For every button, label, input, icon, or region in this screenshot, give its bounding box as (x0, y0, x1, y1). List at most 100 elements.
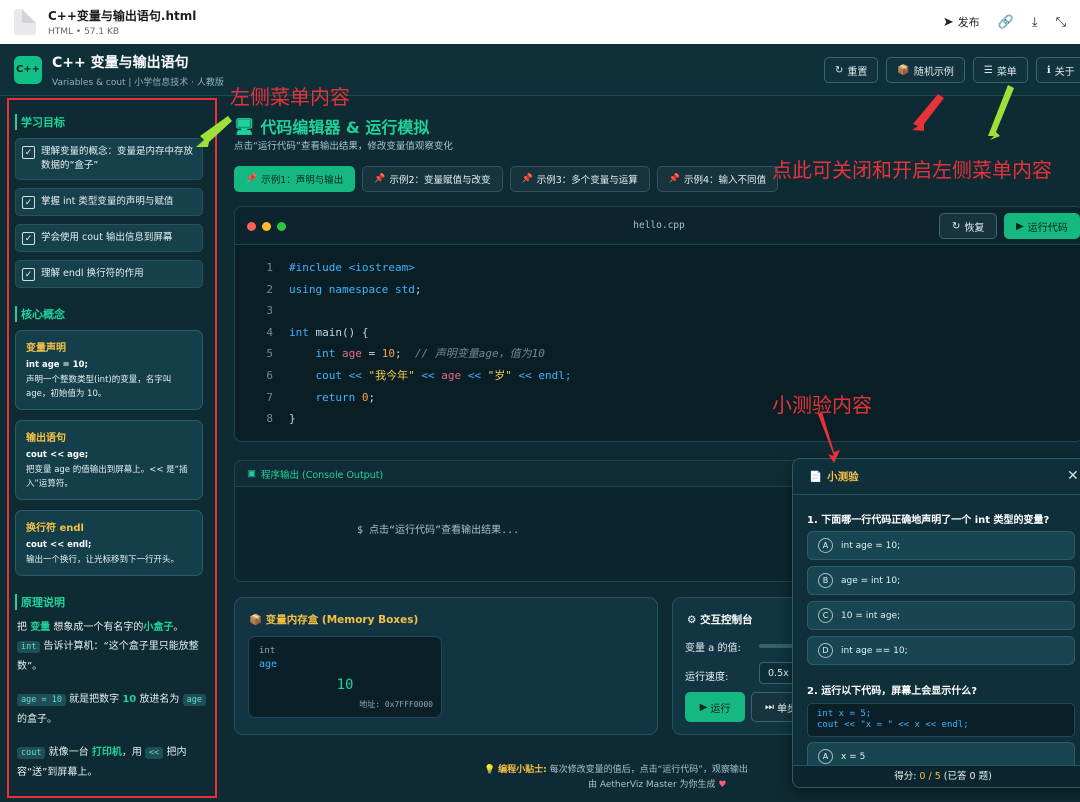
header-buttons: ↻ 重置 📦 随机示例 ☰ 菜单 ℹ 关于 (824, 57, 1080, 83)
highlight: 打印机 (91, 747, 122, 758)
pin-icon: 📌 (374, 174, 386, 184)
annotation-quiz: 小测验内容 (772, 393, 872, 417)
quiz-panel: 📄 小测验 ✕ 1. 下面哪一行代码正确地声明了一个 int 类型的变量? Ai… (792, 458, 1080, 788)
goal-item[interactable]: ✓ 理解 endl 换行符的作用 (15, 260, 203, 288)
check-icon: ✓ (22, 146, 35, 159)
close-icon[interactable]: ✕ (1067, 468, 1079, 484)
concept-title: 换行符 endl (26, 523, 84, 534)
quiz-option[interactable]: Aint age = 10; (807, 531, 1075, 560)
publish-button[interactable]: ➤ 发布 (943, 14, 980, 30)
file-bar: C++变量与输出语句.html HTML • 57.1 KB ➤ 发布 🔗 ⤓ … (0, 0, 1080, 44)
run-button[interactable]: ▶ 运行 (685, 692, 745, 722)
principle-paragraph: cout 就像一台 打印机，用 << 把内容“送”到屏幕上。 (15, 743, 207, 782)
memory-title-text: 变量内存盒 (Memory Boxes) (265, 614, 419, 626)
quiz-option[interactable]: Dint age == 10; (807, 636, 1075, 665)
code-token: << endl; (511, 368, 572, 382)
random-example-button[interactable]: 📦 随机示例 (886, 57, 965, 83)
goal-text: 掌握 int 类型变量的声明与赋值 (41, 196, 174, 207)
send-icon: ➤ (942, 14, 954, 30)
document-icon: 📄 (809, 471, 823, 483)
text: 。 (173, 622, 184, 633)
option-text: age = int 10; (841, 575, 901, 586)
quiz-question-1: 1. 下面哪一行代码正确地声明了一个 int 类型的变量? (807, 515, 1050, 526)
quiz-code: int x = 5; cout << "x = " << x << endl; (807, 703, 1075, 737)
tab-example-4[interactable]: 📌 示例4：输入不同值 (656, 166, 779, 192)
tab-example-3[interactable]: 📌 示例3：多个变量与运算 (509, 166, 650, 192)
tab-example-1[interactable]: 📌 示例1：声明与输出 (234, 166, 356, 192)
option-letter: C (818, 608, 833, 623)
box-icon: 📦 (897, 64, 910, 76)
code-line: 1 #include <iostream> (257, 257, 1080, 279)
tab-example-2[interactable]: 📌 示例2：变量赋值与改变 (362, 166, 503, 192)
concept-desc: 把变量 age 的值输出到屏幕上。<< 是“插入”运算符。 (26, 465, 188, 489)
quiz-option[interactable]: C 10 = int age; (807, 601, 1075, 630)
code-line: 7 return 0; (257, 387, 1080, 409)
quiz-option[interactable]: Bage = int 10; (807, 566, 1075, 595)
concept-title: 变量声明 (26, 343, 66, 354)
left-sidebar: 学习目标 ✓ 理解变量的概念：变量是内存中存放数据的“盒子” ✓ 掌握 int 类型… (7, 98, 217, 798)
random-example-label: 随机示例 (913, 66, 954, 78)
line-number: 5 (266, 347, 273, 361)
text: 就是把数字 (69, 694, 120, 705)
principle-paragraph: 把 变量 想象成一个有名字的小盒子。 int 告诉计算机：“这个盒子里只能放整数… (15, 618, 207, 676)
code-tag: << (145, 747, 164, 759)
quiz-question-2: 2. 运行以下代码，屏幕上会显示什么? (807, 686, 978, 697)
pin-icon: 📌 (521, 174, 533, 184)
option-text: 10 = int age; (841, 610, 901, 621)
tip-label: 编程小贴士: (498, 765, 547, 775)
option-text: x = 5 (841, 751, 866, 762)
concepts-title: 核心概念 (15, 306, 207, 322)
tab-label: 示例3：多个变量与运算 (536, 175, 638, 186)
editor-header: hello.cpp ↻ 恢复 ▶ 运行代码 (235, 207, 1080, 245)
memory-panel: 📦 变量内存盒 (Memory Boxes) int age 10 地址: 0x… (234, 597, 658, 735)
memory-type: int (259, 646, 276, 656)
line-number: 4 (266, 325, 273, 339)
run-code-button[interactable]: ▶ 运行代码 (1004, 213, 1080, 239)
file-size: HTML • 57.1 KB (48, 27, 120, 37)
concept-desc: 输出一个换行，让光标移到下一行开头。 (26, 555, 180, 565)
code-comment: // 声明变量age，值为10 (414, 347, 545, 361)
reset-button[interactable]: ↻ 重置 (824, 57, 879, 83)
goal-item[interactable]: ✓ 学会使用 cout 输出信息到屏幕 (15, 224, 203, 252)
credit: 由 AetherViz Master 为你生成 ♥ (588, 777, 726, 790)
tip-text: 每次修改变量的值后，点击“运行代码”，观察输出 (549, 765, 748, 775)
app-logo: C++ (14, 55, 42, 84)
run-label: 运行 (710, 703, 731, 715)
code-line: 4 int main() { (257, 322, 1080, 344)
refresh-icon: ↻ (952, 220, 961, 232)
highlight: 小盒子 (143, 622, 174, 633)
step-icon: ⏭ (765, 701, 774, 713)
about-button[interactable]: ℹ 关于 (1035, 57, 1080, 83)
quiz-score: 得分: 0 / 5 (已答 0 题) (793, 765, 1080, 787)
memory-name: age (259, 659, 278, 670)
code-token: ; (368, 390, 376, 404)
publish-label: 发布 (957, 16, 980, 29)
code-area[interactable]: 1 #include <iostream> 2 using namespace st… (235, 245, 1080, 430)
about-label: 关于 (1054, 66, 1075, 78)
code-line: 8} (257, 408, 1080, 430)
code-string: "我今年" (368, 368, 415, 382)
menu-button[interactable]: ☰ 菜单 (972, 57, 1028, 83)
code-line: 2 using namespace std; (257, 279, 1080, 301)
concept-code: cout << endl; (26, 540, 92, 550)
code-token: <iostream> (348, 261, 415, 274)
terminal-icon: ▣ (247, 468, 256, 479)
restore-button[interactable]: ↻ 恢复 (939, 213, 998, 239)
concept-code: int age = 10; (26, 360, 88, 370)
goal-item[interactable]: ✓ 理解变量的概念：变量是内存中存放数据的“盒子” (15, 138, 203, 180)
link-icon[interactable]: 🔗 (998, 15, 1014, 30)
file-icon (14, 9, 36, 35)
code-token: age (341, 347, 362, 361)
pin-icon: 📌 (668, 174, 681, 184)
app-header: C++ C++ 变量与输出语句 Variables & cout | 小学信息技… (0, 44, 1080, 96)
text: 就像一台 (48, 747, 89, 758)
highlight: 10 (122, 694, 137, 705)
code-editor[interactable]: hello.cpp ↻ 恢复 ▶ 运行代码 1 #include <iostream>… (234, 206, 1080, 442)
option-letter: B (818, 573, 833, 588)
collapse-icon[interactable]: ⤡ (1056, 15, 1066, 30)
code-token: age (441, 368, 462, 382)
file-actions: ➤ 发布 🔗 ⤓ ⤡ (943, 14, 1066, 30)
code-string: "岁" (487, 368, 512, 382)
download-icon[interactable]: ⤓ (1032, 15, 1038, 30)
goal-item[interactable]: ✓ 掌握 int 类型变量的声明与赋值 (15, 188, 203, 216)
